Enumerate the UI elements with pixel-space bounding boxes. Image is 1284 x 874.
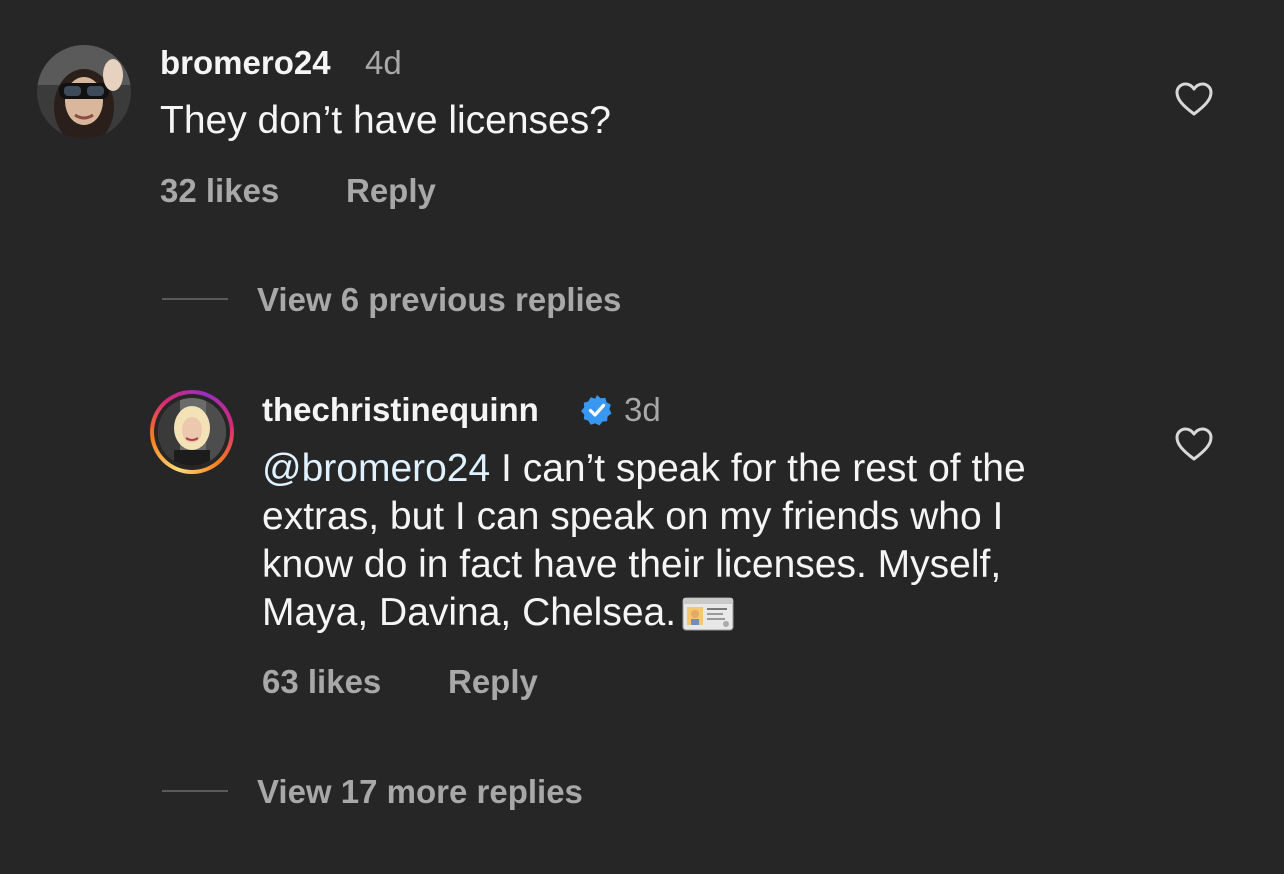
avatar-bromero24[interactable] bbox=[37, 45, 131, 139]
mention-link[interactable]: @bromero24 bbox=[262, 447, 490, 490]
verified-badge-icon bbox=[581, 395, 612, 426]
comment-username[interactable]: thechristinequinn bbox=[262, 391, 539, 429]
comment-username[interactable]: bromero24 bbox=[160, 44, 331, 82]
comment-timestamp: 4d bbox=[365, 44, 402, 81]
comment-text: @bromero24 I can’t speak for the rest of… bbox=[262, 445, 1062, 643]
comment-text: They don’t have licenses? bbox=[160, 99, 611, 142]
comment-timestamp: 3d bbox=[624, 391, 661, 428]
id-card-icon bbox=[682, 595, 734, 643]
replies-divider bbox=[162, 298, 228, 300]
heart-icon[interactable] bbox=[1174, 80, 1214, 120]
like-count[interactable]: 63 likes bbox=[262, 663, 381, 701]
like-count[interactable]: 32 likes bbox=[160, 172, 279, 210]
view-previous-replies-button[interactable]: View 6 previous replies bbox=[257, 281, 621, 319]
comments-screen: bromero24 4d They don’t have licenses? 3… bbox=[0, 0, 1284, 874]
reply-button[interactable]: Reply bbox=[346, 172, 436, 210]
avatar-thechristinequinn[interactable] bbox=[150, 390, 234, 474]
view-more-replies-button[interactable]: View 17 more replies bbox=[257, 773, 583, 811]
reply-button[interactable]: Reply bbox=[448, 663, 538, 701]
heart-icon[interactable] bbox=[1174, 425, 1214, 465]
replies-divider bbox=[162, 790, 228, 792]
